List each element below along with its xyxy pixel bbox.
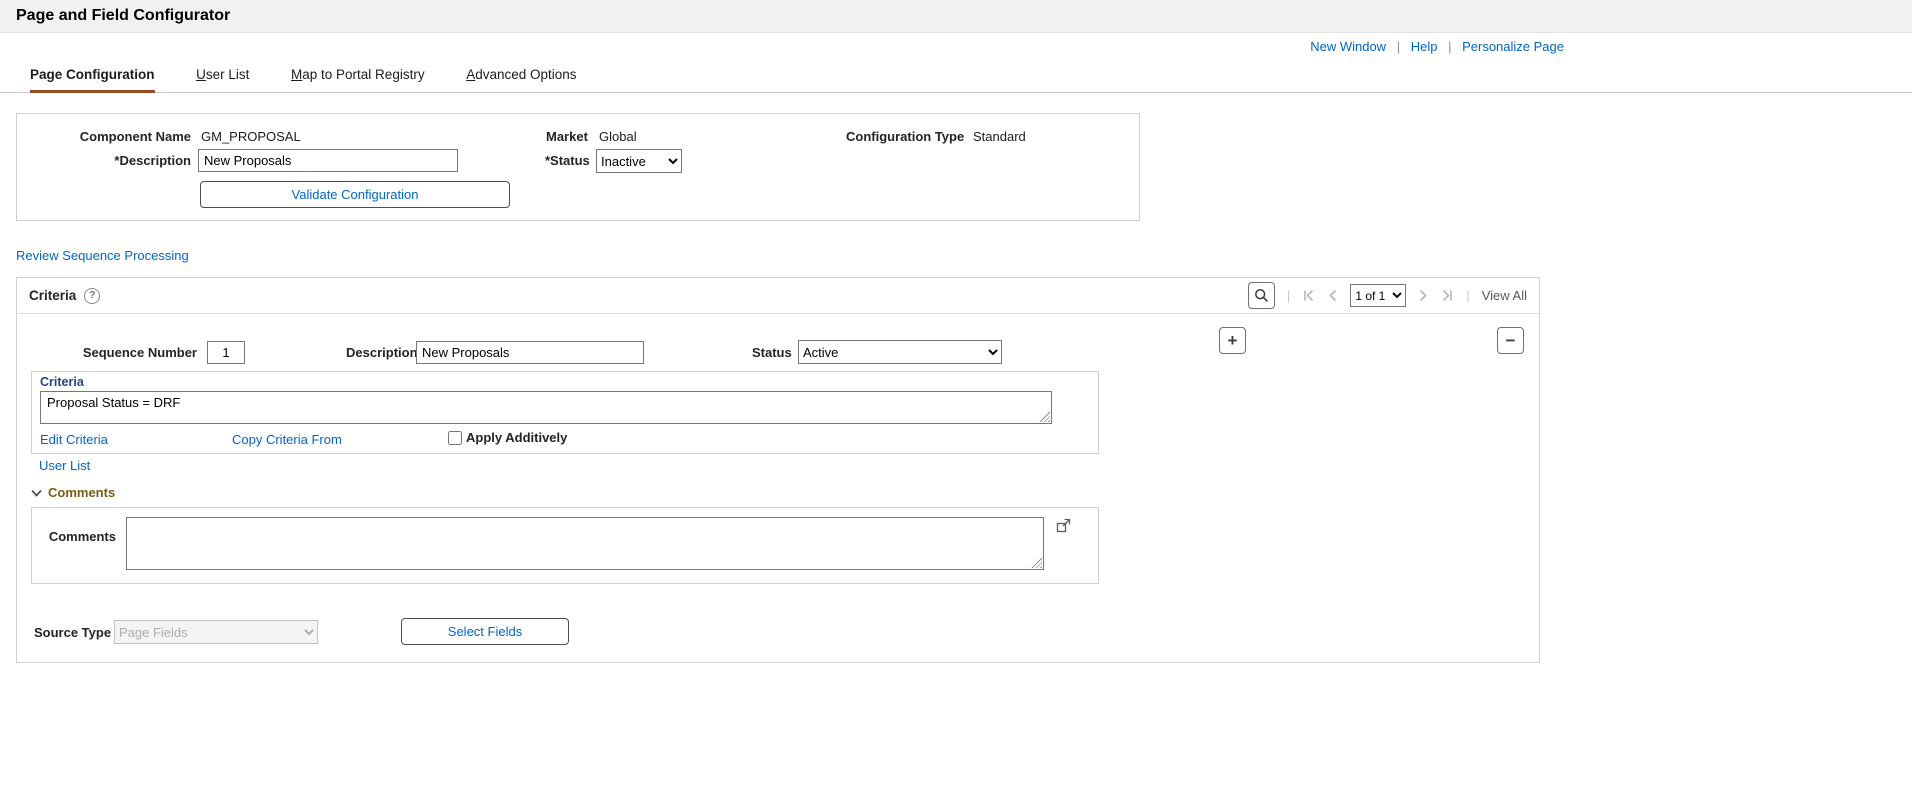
last-row-icon[interactable]: [1440, 289, 1454, 302]
comments-section-title: Comments: [48, 485, 116, 500]
view-all-link[interactable]: View All: [1482, 288, 1527, 303]
help-icon[interactable]: ?: [84, 287, 101, 304]
configuration-type-label: Configuration Type: [846, 129, 965, 144]
help-link[interactable]: Help: [1411, 39, 1438, 54]
chevron-down-icon: [31, 489, 42, 497]
tab-map-to-portal-registry[interactable]: Map to Portal Registry: [291, 58, 425, 90]
row-description-input[interactable]: [416, 341, 644, 364]
separator: |: [1448, 39, 1452, 54]
apply-additively-label: Apply Additively: [466, 430, 568, 445]
tab-label: User List: [196, 67, 250, 82]
add-row-button[interactable]: +: [1219, 327, 1246, 354]
first-row-icon[interactable]: [1302, 289, 1316, 302]
page-title: Page and Field Configurator: [16, 7, 231, 24]
edit-criteria-link[interactable]: Edit Criteria: [40, 432, 108, 447]
tab-label: Map to Portal Registry: [291, 67, 425, 82]
expand-icon: [1056, 518, 1071, 533]
comments-section-toggle[interactable]: Comments: [31, 485, 115, 500]
criteria-links-row: Edit Criteria Copy Criteria From Apply A…: [40, 430, 1090, 448]
sequence-number-label: Sequence Number: [82, 345, 197, 360]
component-name-value: GM_PROPOSAL: [201, 129, 301, 144]
copy-criteria-from-link[interactable]: Copy Criteria From: [232, 432, 342, 447]
description-label: *Description: [114, 153, 191, 168]
source-type-label: Source Type: [34, 625, 112, 640]
review-sequence-processing-link[interactable]: Review Sequence Processing: [16, 248, 189, 263]
comments-label: Comments: [48, 529, 116, 544]
paging-controls: | 1 of 1 | View All: [1247, 282, 1527, 309]
tab-advanced-options[interactable]: Advanced Options: [466, 58, 576, 90]
apply-additively-checkbox[interactable]: [448, 430, 462, 445]
comments-textarea[interactable]: [126, 517, 1044, 570]
minus-icon: −: [1505, 331, 1516, 350]
row-status-select[interactable]: Active: [798, 340, 1002, 364]
tab-bar: Page Configuration User List Map to Port…: [0, 58, 1912, 93]
sequence-number-input[interactable]: [207, 341, 245, 364]
previous-row-icon[interactable]: [1328, 289, 1338, 302]
component-name-label: Component Name: [79, 129, 191, 144]
tab-label: Page Configuration: [30, 67, 155, 82]
personalize-page-link[interactable]: Personalize Page: [1462, 39, 1564, 54]
tab-label: Advanced Options: [466, 67, 577, 82]
status-label: *Status: [545, 153, 590, 168]
tab-user-list[interactable]: User List: [196, 58, 249, 90]
utility-links: New Window | Help | Personalize Page: [0, 33, 1566, 56]
criteria-row: Sequence Number Description Status Activ…: [17, 314, 1539, 662]
comments-groupbox: Comments: [31, 507, 1099, 584]
criteria-section: Criteria ? | 1 of 1 | View All Sequence …: [16, 277, 1540, 663]
select-fields-button[interactable]: Select Fields: [401, 618, 569, 645]
validate-configuration-button[interactable]: Validate Configuration: [200, 181, 510, 208]
tab-page-configuration[interactable]: Page Configuration: [30, 58, 155, 93]
criteria-groupbox-title: Criteria: [40, 375, 84, 389]
user-list-link[interactable]: User List: [39, 458, 90, 473]
component-groupbox: Component Name GM_PROPOSAL Market Global…: [16, 113, 1140, 221]
market-label: Market: [546, 129, 588, 144]
source-type-select: Page Fields: [114, 620, 318, 644]
row-status-label: Status: [752, 345, 792, 360]
criteria-title: Criteria: [29, 288, 77, 303]
market-value: Global: [599, 129, 637, 144]
description-input[interactable]: [198, 149, 458, 172]
status-select[interactable]: Inactive: [596, 149, 682, 173]
separator: |: [1466, 288, 1470, 303]
criteria-textarea[interactable]: Proposal Status = DRF: [40, 391, 1052, 424]
find-button[interactable]: [1247, 282, 1275, 309]
separator: |: [1396, 39, 1401, 54]
row-range-select[interactable]: 1 of 1: [1350, 284, 1407, 307]
separator: |: [1286, 288, 1291, 303]
expand-comments-button[interactable]: [1056, 518, 1071, 536]
apply-additively-wrap: Apply Additively: [448, 430, 567, 445]
title-bar: Page and Field Configurator: [0, 0, 1912, 33]
delete-row-button[interactable]: −: [1497, 327, 1524, 354]
plus-icon: +: [1227, 331, 1238, 350]
row-description-label: Description: [346, 345, 418, 360]
next-row-icon[interactable]: [1418, 289, 1428, 302]
new-window-link[interactable]: New Window: [1310, 39, 1386, 54]
criteria-header: Criteria ? | 1 of 1 | View All: [17, 278, 1539, 314]
criteria-title-wrap: Criteria ?: [29, 287, 101, 304]
configuration-type-value: Standard: [973, 129, 1026, 144]
criteria-groupbox: Criteria Proposal Status = DRF Edit Crit…: [31, 371, 1099, 454]
search-icon: [1254, 289, 1268, 302]
review-row: Review Sequence Processing: [16, 248, 1912, 263]
